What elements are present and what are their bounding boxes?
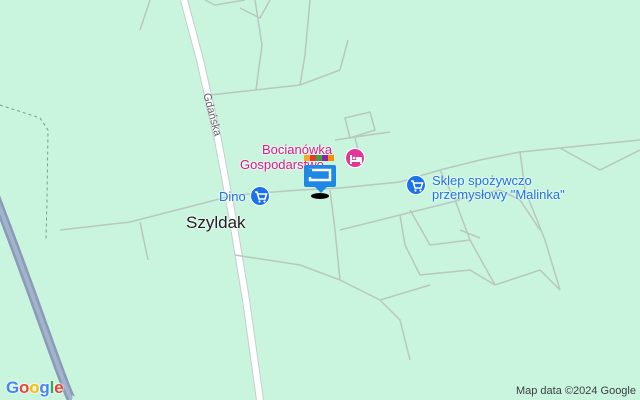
google-logo[interactable]: Google	[6, 378, 64, 398]
map-canvas[interactable]: Gdańska Szyldak Dino Bocianówka Gospodar…	[0, 0, 640, 400]
logo-letter-g1: G	[6, 378, 20, 397]
town-label[interactable]: Szyldak	[186, 214, 246, 231]
logo-letter-o1: o	[19, 378, 30, 397]
location-marker-icon[interactable]	[304, 155, 338, 206]
logo-letter-o2: o	[29, 378, 40, 397]
poi-sklep-line1[interactable]: Sklep spożywczo	[432, 174, 532, 187]
poi-sklep-pin[interactable]	[406, 175, 426, 195]
shopping-cart-icon	[411, 180, 424, 192]
bed-icon	[350, 155, 362, 164]
poi-sklep-line2[interactable]: przemysłowy "Malinka"	[432, 188, 565, 201]
highway	[0, 195, 77, 400]
map-attribution[interactable]: Map data ©2024 Google	[516, 385, 636, 397]
logo-letter-e: e	[54, 378, 64, 397]
minor-roads	[59, 0, 640, 361]
shopping-cart-icon	[255, 191, 268, 203]
logo-letter-g2: g	[39, 378, 50, 397]
poi-dino-label[interactable]: Dino	[219, 190, 246, 203]
poi-bocianowka-pin[interactable]	[345, 148, 365, 168]
poi-dino-pin[interactable]	[250, 186, 270, 206]
